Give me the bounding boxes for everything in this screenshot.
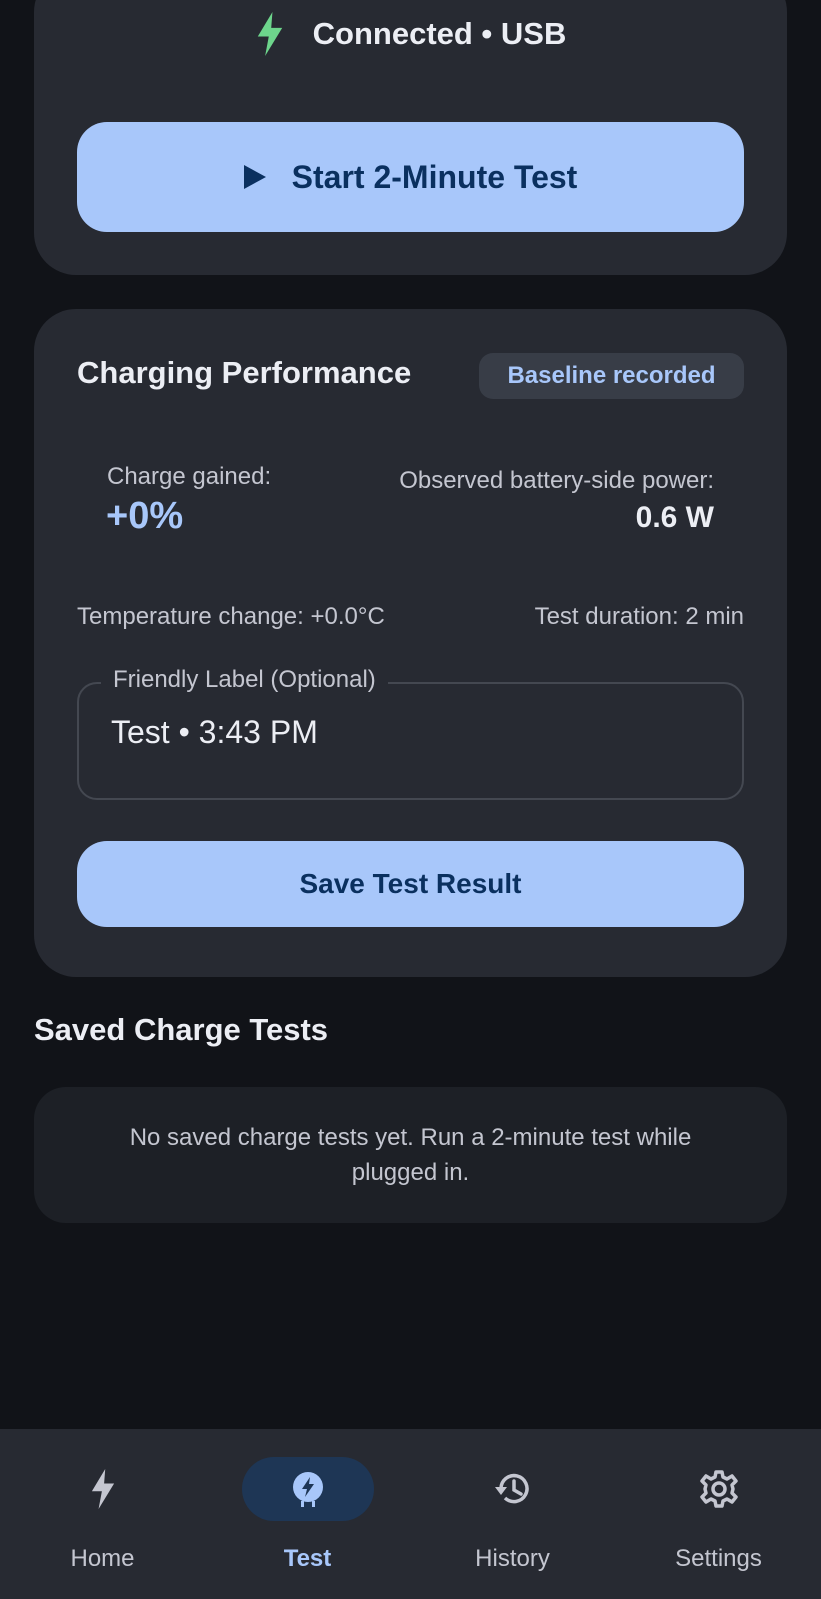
history-icon — [494, 1473, 529, 1504]
friendly-label-input[interactable] — [111, 714, 711, 751]
friendly-label-field[interactable]: Friendly Label (Optional) — [77, 666, 744, 800]
nav-item-home[interactable]: Home — [0, 1429, 205, 1599]
friendly-label-caption: Friendly Label (Optional) — [101, 666, 388, 694]
charge-test-screen: Connected • USB Start 2-Minute Test Char… — [0, 0, 821, 1599]
nav-item-history[interactable]: History — [410, 1429, 615, 1599]
connection-status-text: Connected • USB — [312, 16, 567, 51]
power-value: 0.6 W — [635, 501, 714, 534]
nav-active-indicator — [241, 1457, 374, 1521]
nav-label-test: Test — [283, 1545, 332, 1572]
test-duration: Test duration: 2 min — [534, 603, 744, 630]
nav-label-home: Home — [70, 1545, 135, 1572]
start-test-button[interactable]: Start 2-Minute Test — [77, 122, 744, 232]
nav-item-settings[interactable]: Settings — [616, 1429, 821, 1599]
bottom-navigation: Home Test History Settings — [0, 1429, 821, 1599]
performance-title: Charging Performance — [77, 355, 412, 390]
start-test-label: Start 2-Minute Test — [291, 158, 578, 195]
charge-gained-label: Charge gained: — [107, 463, 272, 490]
charging-performance-card: Charging Performance Baseline recorded C… — [34, 309, 787, 977]
connection-card: Connected • USB Start 2-Minute Test — [34, 0, 787, 275]
saved-tests-empty-state: No saved charge tests yet. Run a 2-minut… — [34, 1087, 787, 1223]
power-label: Observed battery-side power: — [399, 467, 714, 494]
charge-gained-value: +0% — [106, 495, 184, 537]
empty-state-message: No saved charge tests yet. Run a 2-minut… — [129, 1124, 692, 1186]
gear-icon — [699, 1470, 738, 1508]
nav-item-test[interactable]: Test — [205, 1429, 410, 1599]
play-icon — [243, 165, 266, 189]
temperature-change: Temperature change: +0.0°C — [77, 603, 385, 630]
baseline-badge: Baseline recorded — [479, 353, 744, 399]
save-test-result-button[interactable]: Save Test Result — [77, 841, 744, 927]
nav-label-settings: Settings — [675, 1545, 762, 1572]
charge-test-icon — [292, 1472, 323, 1507]
bolt-icon — [257, 12, 282, 56]
nav-label-history: History — [475, 1545, 550, 1572]
saved-tests-title: Saved Charge Tests — [34, 1012, 329, 1047]
connection-status: Connected • USB — [34, 12, 787, 56]
bolt-icon — [91, 1469, 114, 1509]
